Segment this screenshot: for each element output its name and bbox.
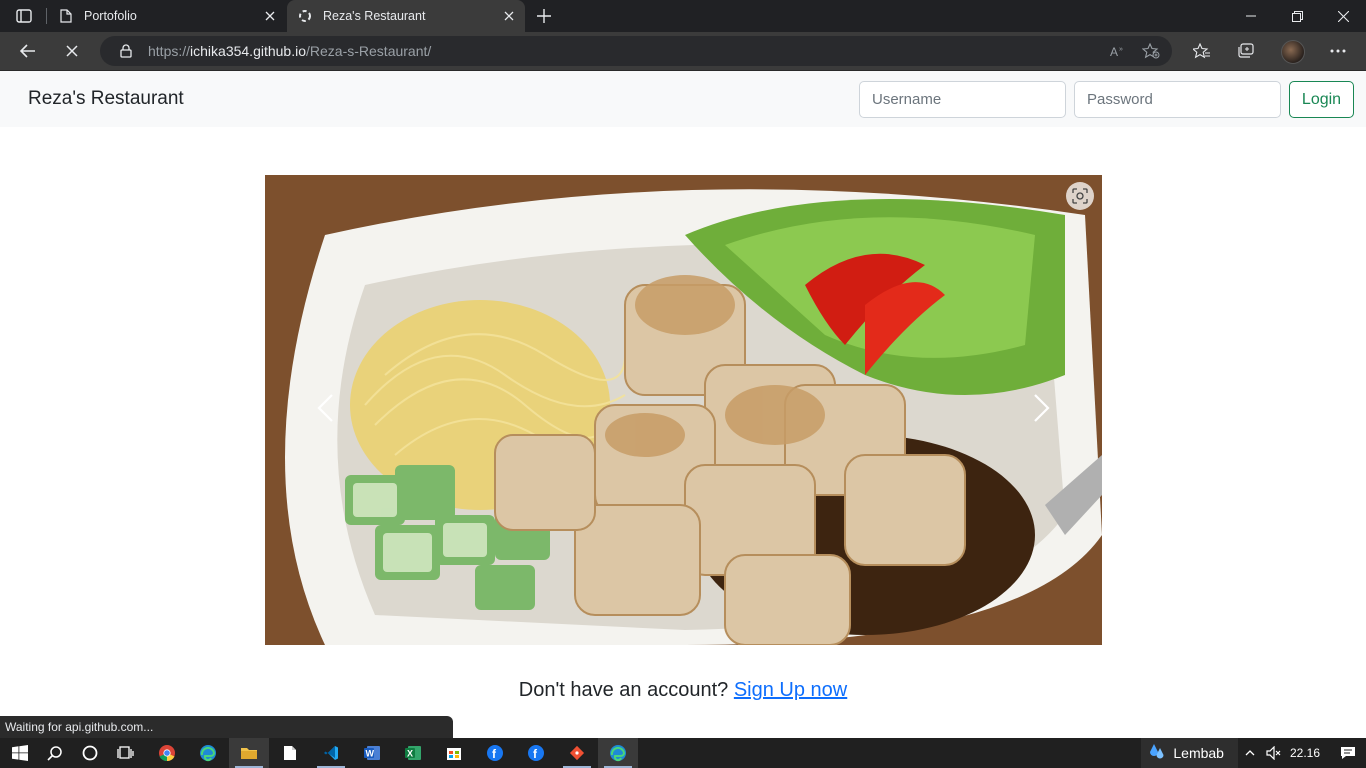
address-bar[interactable]: https://ichika354.github.io/Reza-s-Resta… bbox=[100, 36, 1172, 66]
windows-start-icon[interactable] bbox=[0, 738, 40, 768]
window-controls bbox=[1228, 0, 1366, 32]
git-icon[interactable] bbox=[557, 738, 597, 768]
tab-portofolio[interactable]: Portofolio bbox=[48, 0, 286, 32]
tab-actions-icon[interactable] bbox=[10, 6, 38, 26]
svg-text:A: A bbox=[1110, 45, 1118, 58]
windows-taskbar: W X f f Lembab 22.16 bbox=[0, 738, 1366, 768]
tab-separator bbox=[46, 8, 47, 24]
add-favorite-icon[interactable] bbox=[1138, 39, 1164, 63]
facebook-icon[interactable]: f bbox=[475, 738, 515, 768]
signup-link[interactable]: Sign Up now bbox=[734, 679, 847, 701]
loading-spinner-icon bbox=[297, 8, 313, 24]
url-prefix: https:// bbox=[148, 43, 191, 59]
minimize-icon[interactable] bbox=[1228, 0, 1274, 32]
system-tray: Lembab 22.16 bbox=[1141, 738, 1366, 768]
image-carousel bbox=[265, 175, 1102, 645]
status-bar: Waiting for api.github.com... bbox=[0, 716, 453, 738]
close-window-icon[interactable] bbox=[1320, 0, 1366, 32]
page-icon bbox=[58, 8, 74, 24]
speaker-muted-icon[interactable] bbox=[1262, 738, 1286, 768]
stop-loading-icon[interactable] bbox=[57, 37, 87, 65]
new-tab-icon[interactable] bbox=[532, 4, 556, 28]
login-button[interactable]: Login bbox=[1289, 81, 1354, 118]
restore-icon[interactable] bbox=[1274, 0, 1320, 32]
svg-text:»: » bbox=[1119, 46, 1123, 53]
notification-icon[interactable] bbox=[1330, 738, 1366, 768]
web-page: Reza's Restaurant Login bbox=[0, 71, 1366, 738]
tab-title: Portofolio bbox=[84, 9, 137, 23]
chevron-up-icon[interactable] bbox=[1238, 738, 1262, 768]
tab-reza-restaurant[interactable]: Reza's Restaurant bbox=[287, 0, 525, 32]
browser-toolbar: https://ichika354.github.io/Reza-s-Resta… bbox=[0, 32, 1366, 71]
word-icon[interactable]: W bbox=[352, 738, 392, 768]
chevron-right-icon bbox=[1033, 393, 1051, 428]
more-menu-icon[interactable] bbox=[1323, 37, 1353, 65]
close-icon[interactable] bbox=[499, 6, 519, 26]
favorites-icon[interactable] bbox=[1187, 37, 1217, 65]
edge-browser-icon[interactable] bbox=[598, 738, 638, 768]
weather-widget[interactable]: Lembab bbox=[1141, 738, 1238, 768]
svg-text:X: X bbox=[407, 749, 413, 759]
file-explorer-icon[interactable] bbox=[229, 738, 269, 768]
chevron-left-icon bbox=[316, 393, 334, 428]
collections-icon[interactable] bbox=[1231, 37, 1261, 65]
humidity-icon bbox=[1149, 743, 1165, 764]
weather-label: Lembab bbox=[1173, 745, 1224, 761]
address-bar-actions: A» bbox=[1106, 39, 1164, 63]
search-icon[interactable] bbox=[35, 738, 75, 768]
back-arrow-icon[interactable] bbox=[13, 37, 43, 65]
chrome-icon[interactable] bbox=[147, 738, 187, 768]
facebook-icon-2[interactable]: f bbox=[516, 738, 556, 768]
site-brand[interactable]: Reza's Restaurant bbox=[28, 88, 184, 110]
notepad-icon[interactable] bbox=[270, 738, 310, 768]
vscode-icon[interactable] bbox=[311, 738, 351, 768]
lock-icon[interactable] bbox=[118, 43, 134, 59]
close-icon[interactable] bbox=[260, 6, 280, 26]
carousel-prev-button[interactable] bbox=[265, 175, 385, 645]
cortana-icon[interactable] bbox=[70, 738, 110, 768]
browser-tabstrip: Portofolio Reza's Restaurant bbox=[0, 0, 1366, 32]
clock[interactable]: 22.16 bbox=[1286, 746, 1330, 760]
password-input[interactable] bbox=[1074, 81, 1281, 118]
food-image bbox=[265, 175, 1102, 645]
site-navbar: Reza's Restaurant Login bbox=[0, 71, 1366, 127]
url-path: /Reza-s-Restaurant/ bbox=[306, 43, 432, 59]
tab-title: Reza's Restaurant bbox=[323, 9, 426, 23]
signup-prompt: Don't have an account? Sign Up now bbox=[0, 679, 1366, 702]
svg-text:W: W bbox=[366, 749, 375, 759]
username-input[interactable] bbox=[859, 81, 1066, 118]
task-view-icon[interactable] bbox=[106, 738, 146, 768]
signup-prompt-text: Don't have an account? bbox=[518, 679, 729, 701]
profile-avatar[interactable] bbox=[1281, 40, 1305, 64]
read-aloud-icon[interactable]: A» bbox=[1106, 39, 1132, 63]
carousel-next-button[interactable] bbox=[982, 175, 1102, 645]
url-text: https://ichika354.github.io/Reza-s-Resta… bbox=[148, 43, 431, 59]
store-icon[interactable] bbox=[434, 738, 474, 768]
url-host: ichika354.github.io bbox=[190, 43, 307, 59]
edge-icon[interactable] bbox=[188, 738, 228, 768]
excel-icon[interactable]: X bbox=[393, 738, 433, 768]
